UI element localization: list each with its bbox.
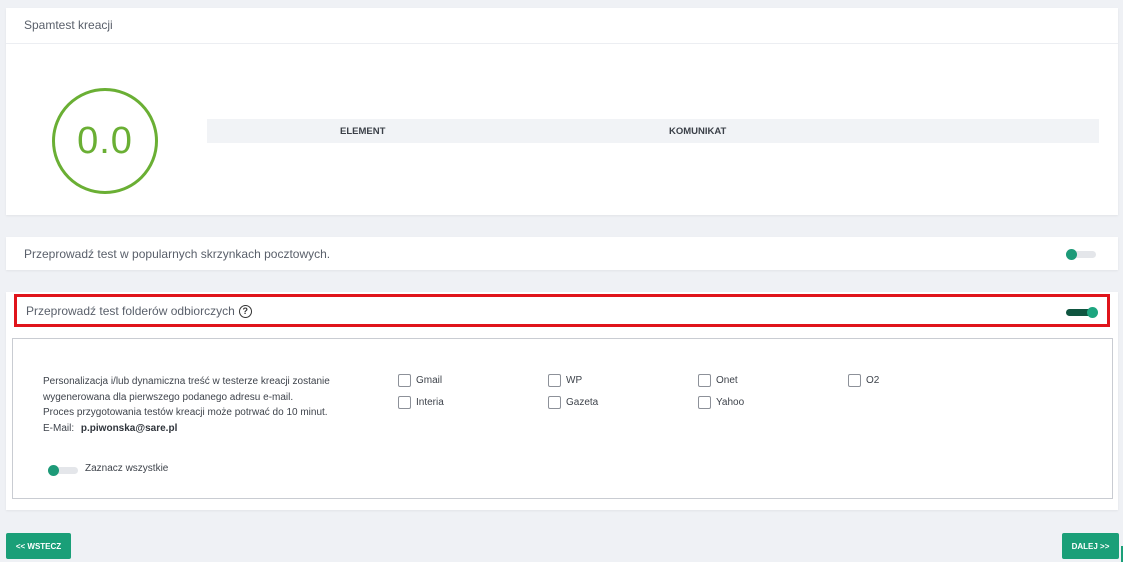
- checkbox-o2[interactable]: O2: [848, 374, 879, 387]
- info-line: Personalizacja i/lub dynamiczna treść w …: [43, 376, 330, 387]
- toggle-knob: [1087, 307, 1098, 318]
- folders-test-row: Przeprowadź test folderów odbiorczych ?: [14, 294, 1110, 327]
- info-line: Proces przygotowania testów kreacji może…: [43, 407, 328, 418]
- select-all-toggle[interactable]: [48, 465, 78, 476]
- mailbox-test-card: Przeprowadź test w popularnych skrzynkac…: [6, 237, 1118, 270]
- column-header-message: KOMUNIKAT: [669, 126, 727, 137]
- checkbox-box[interactable]: [848, 374, 861, 387]
- select-all-label: Zaznacz wszystkie: [85, 463, 169, 474]
- checkbox-onet[interactable]: Onet: [698, 374, 738, 387]
- checkbox-label: O2: [866, 375, 880, 386]
- folders-options-panel: Personalizacja i/lub dynamiczna treść w …: [12, 338, 1113, 499]
- checkbox-label: Gazeta: [566, 397, 599, 408]
- email-label: E-Mail:: [43, 422, 75, 434]
- checkbox-label: WP: [566, 375, 583, 386]
- checkbox-box[interactable]: [548, 396, 561, 409]
- toggle-knob: [48, 465, 59, 476]
- folders-test-card: Przeprowadź test folderów odbiorczych ? …: [6, 292, 1118, 510]
- question-circle-icon[interactable]: ?: [238, 304, 252, 318]
- folders-test-label: Przeprowadź test folderów odbiorczych: [26, 304, 235, 318]
- email-line: E-Mail: p.piwonska@sare.pl: [43, 421, 363, 437]
- mailbox-test-toggle[interactable]: [1066, 249, 1096, 260]
- checkbox-label: Yahoo: [716, 397, 745, 408]
- folders-test-label-wrap: Przeprowadź test folderów odbiorczych ?: [26, 304, 252, 318]
- score-circle: 0.0: [52, 88, 158, 194]
- checkbox-label: Onet: [716, 375, 738, 386]
- info-line: wygenerowana dla pierwszego podanego adr…: [43, 391, 294, 403]
- back-button[interactable]: << WSTECZ: [6, 533, 71, 559]
- email-value: p.piwonska@sare.pl: [80, 422, 178, 434]
- score-value: 0.0: [77, 119, 133, 162]
- checkbox-label: Interia: [416, 397, 444, 408]
- column-header-element: ELEMENT: [340, 126, 386, 137]
- folders-test-toggle[interactable]: [1066, 307, 1098, 318]
- checkbox-gazeta[interactable]: Gazeta: [548, 396, 598, 409]
- checkbox-label: Gmail: [416, 375, 443, 386]
- checkbox-yahoo[interactable]: Yahoo: [698, 396, 744, 409]
- checkbox-box[interactable]: [398, 374, 411, 387]
- checkbox-box[interactable]: [698, 396, 711, 409]
- next-button[interactable]: DALEJ >>: [1062, 533, 1119, 559]
- checkbox-gmail[interactable]: Gmail: [398, 374, 442, 387]
- checkbox-box[interactable]: [698, 374, 711, 387]
- spamtest-card: Spamtest kreacji 0.0 ELEMENT KOMUNIKAT: [6, 8, 1118, 215]
- checkbox-box[interactable]: [548, 374, 561, 387]
- mailbox-test-label: Przeprowadź test w popularnych skrzynkac…: [24, 247, 331, 261]
- info-text: Personalizacja i/lub dynamiczna treść w …: [43, 374, 363, 436]
- checkbox-wp[interactable]: WP: [548, 374, 582, 387]
- results-table-header: ELEMENT KOMUNIKAT: [207, 119, 1099, 143]
- spamtest-title: Spamtest kreacji: [6, 8, 1118, 44]
- checkbox-box[interactable]: [398, 396, 411, 409]
- toggle-knob: [1066, 249, 1077, 260]
- checkbox-interia[interactable]: Interia: [398, 396, 444, 409]
